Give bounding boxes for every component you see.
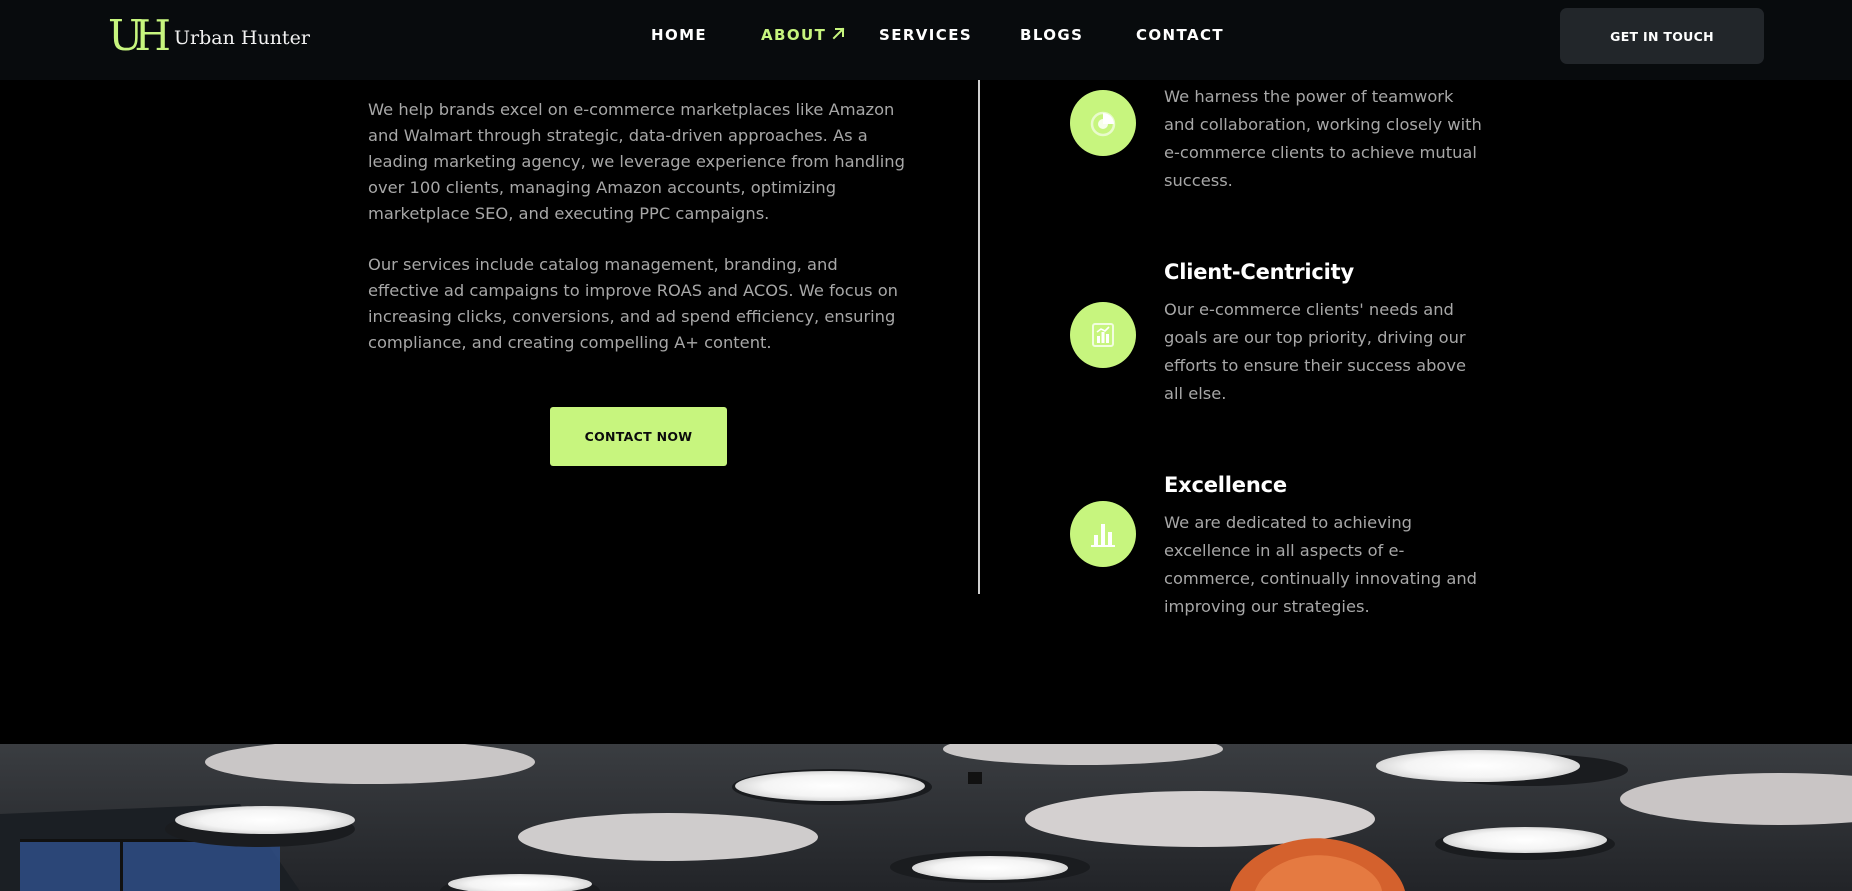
value-text-excellence: We are dedicated to achieving excellence… — [1164, 513, 1478, 616]
contact-now-button[interactable]: CONTACT NOW — [550, 407, 727, 466]
value-text-teamwork: We harness the power of teamwork and col… — [1164, 87, 1482, 190]
nav-services-label: SERVICES — [879, 26, 973, 44]
pie-chart-icon — [1070, 90, 1136, 156]
nav-services[interactable]: SERVICES — [879, 26, 972, 44]
nav-contact[interactable]: CONTACT — [1136, 26, 1224, 44]
nav-blogs-label: BLOGS — [1020, 26, 1084, 44]
about-paragraph-2: Our services include catalog management,… — [368, 255, 898, 352]
column-divider — [978, 80, 980, 594]
value-title-client-centricity: Client-Centricity — [1164, 260, 1354, 284]
report-chart-icon — [1070, 302, 1136, 368]
nav-home[interactable]: HOME — [651, 26, 707, 44]
nav-blogs[interactable]: BLOGS — [1020, 26, 1083, 44]
nav-about[interactable]: ABOUT — [761, 26, 845, 44]
nav-about-label: ABOUT — [761, 26, 827, 44]
get-in-touch-button[interactable]: GET IN TOUCH — [1560, 8, 1764, 64]
about-paragraph-1: We help brands excel on e-commerce marke… — [368, 100, 905, 223]
value-title-excellence: Excellence — [1164, 473, 1287, 497]
value-text-client-centricity: Our e-commerce clients' needs and goals … — [1164, 300, 1467, 403]
nav-contact-label: CONTACT — [1136, 26, 1225, 44]
bar-chart-icon — [1070, 501, 1136, 567]
site-header: UH Urban Hunter HOME ABOUT SERVICES BLOG… — [0, 0, 1852, 80]
logo-mark: UH — [108, 11, 171, 60]
logo[interactable]: UH Urban Hunter — [108, 11, 310, 60]
arrow-up-right-icon — [832, 27, 845, 43]
nav-home-label: HOME — [651, 26, 708, 44]
logo-text: Urban Hunter — [174, 26, 310, 49]
office-photo — [0, 744, 1852, 891]
